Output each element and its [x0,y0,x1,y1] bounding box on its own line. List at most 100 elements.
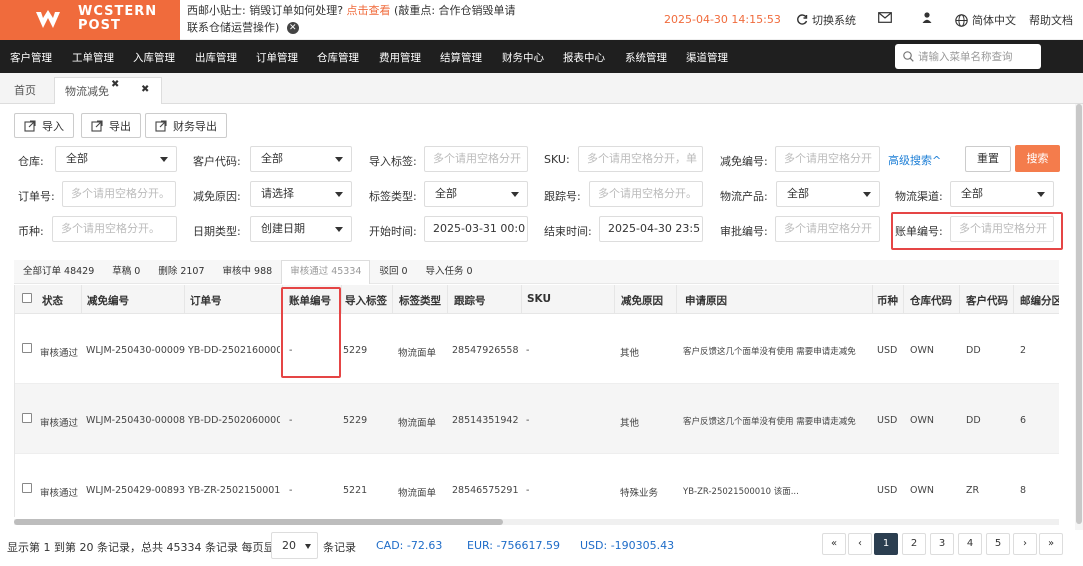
page-first-button[interactable]: « [822,533,846,555]
logo[interactable]: WCSTERN POST [0,0,180,40]
nav-item-system[interactable]: 系统管理 [625,50,667,65]
status-tab-reviewing[interactable]: 审核中 988 [214,260,282,284]
import-button[interactable]: 导入 [14,113,74,138]
col-divider [1013,285,1014,314]
col-tag-type[interactable]: 标签类型 [399,293,441,308]
col-customer-code[interactable]: 客户代码 [966,293,1008,308]
horizontal-scrollbar[interactable] [14,519,1059,525]
cell-reduction-no[interactable]: WLJM-250429-00893 [86,485,185,496]
tab-home[interactable]: 首页 [4,77,46,104]
col-sku[interactable]: SKU [527,293,551,305]
menu-search-input[interactable]: 请输入菜单名称查询 [895,44,1041,69]
nav-item-inbound[interactable]: 入库管理 [133,50,175,65]
row-checkbox[interactable] [22,343,32,353]
status-tab-approved[interactable]: 审核通过 45334 [281,260,371,284]
table-row[interactable]: 审核通过 WLJM-250430-00009 YB-DD-25021600001… [15,314,1059,384]
vertical-scrollbar[interactable] [1075,104,1083,530]
tracking-no-label: 跟踪号: [544,190,581,203]
search-button[interactable]: 搜索 [1015,145,1060,172]
sku-label: SKU: [544,153,570,166]
approval-no-input[interactable]: 多个请用空格分开 [775,216,880,242]
table-row[interactable]: 审核通过 WLJM-250430-00008 YB-DD-25020600001… [15,384,1059,454]
col-apply-reason[interactable]: 申请原因 [685,293,727,308]
close-all-tabs-icon[interactable]: ✖ [141,84,149,95]
page-size-select[interactable]: 20 [271,532,318,559]
language-button[interactable]: 简体中文 [955,12,1016,28]
col-status[interactable]: 状态 [42,293,63,308]
nav-item-order[interactable]: 订单管理 [256,50,298,65]
cell-order-no: YB-ZR-25021500010 [188,485,280,496]
status-tab-deleted[interactable]: 删除 2107 [149,260,213,284]
warehouse-select[interactable]: 全部 [55,146,177,172]
nav-item-fee[interactable]: 费用管理 [379,50,421,65]
reduction-reason-select[interactable]: 请选择 [250,181,352,207]
reset-button[interactable]: 重置 [965,146,1011,172]
col-postcode-zone[interactable]: 邮编分区 [1020,293,1059,308]
col-import-tag[interactable]: 导入标签 [345,293,387,308]
tip-link[interactable]: 点击查看 [347,4,391,17]
tracking-no-input[interactable]: 多个请用空格分开。 [589,181,703,207]
end-time-input[interactable]: 2025-04-30 23:5 [599,216,703,242]
row-checkbox[interactable] [22,483,32,493]
start-time-input[interactable]: 2025-03-31 00:0 [424,216,528,242]
vertical-scrollbar-thumb[interactable] [1076,104,1082,524]
logistics-product-label: 物流产品: [720,190,768,203]
sku-input[interactable]: 多个请用空格分开，单 [578,146,703,172]
page-last-button[interactable]: » [1039,533,1063,555]
customer-code-select[interactable]: 全部 [250,146,352,172]
logistics-channel-label: 物流渠道: [895,190,943,203]
nav-item-outbound[interactable]: 出库管理 [195,50,237,65]
horizontal-scrollbar-thumb[interactable] [14,519,503,525]
logistics-channel-select[interactable]: 全部 [950,181,1054,207]
nav-item-customer[interactable]: 客户管理 [10,50,52,65]
currency-input[interactable]: 多个请用空格分开。 [52,216,177,242]
reduction-no-input[interactable]: 多个请用空格分开 [775,146,880,172]
status-tab-rejected[interactable]: 驳回 0 [370,260,416,284]
status-tab-all[interactable]: 全部订单 48429 [14,260,103,284]
status-tab-draft[interactable]: 草稿 0 [103,260,149,284]
table-row[interactable]: 审核通过 WLJM-250429-00893 YB-ZR-25021500010… [15,454,1059,517]
page-4-button[interactable]: 4 [958,533,982,555]
nav-item-workorder[interactable]: 工单管理 [72,50,114,65]
col-order-no[interactable]: 订单号 [190,293,222,308]
mail-button[interactable] [878,12,892,23]
export-button[interactable]: 导出 [81,113,141,138]
col-reduction-no[interactable]: 减免编号 [87,293,129,308]
close-icon[interactable]: ✕ [286,22,299,34]
date-type-select[interactable]: 创建日期 [250,216,352,242]
status-tab-import-tasks[interactable]: 导入任务 0 [417,260,482,284]
page-next-button[interactable]: › [1013,533,1037,555]
col-reduction-reason[interactable]: 减免原因 [621,293,663,308]
page-1-button[interactable]: 1 [874,533,898,555]
col-warehouse-code[interactable]: 仓库代码 [910,293,952,308]
mail-icon [878,12,892,23]
row-checkbox[interactable] [22,413,32,423]
tag-type-select[interactable]: 全部 [424,181,528,207]
col-tracking-no[interactable]: 跟踪号 [454,293,486,308]
order-no-input[interactable]: 多个请用空格分开。 [62,181,176,207]
page-5-button[interactable]: 5 [986,533,1010,555]
nav-item-finance[interactable]: 财务中心 [502,50,544,65]
nav-item-settlement[interactable]: 结算管理 [440,50,482,65]
import-tag-input[interactable]: 多个请用空格分开 [424,146,528,172]
col-currency[interactable]: 币种 [877,293,898,308]
page-prev-button[interactable]: ‹ [848,533,872,555]
finance-export-button[interactable]: 财务导出 [145,113,227,138]
nav-item-report[interactable]: 报表中心 [563,50,605,65]
cell-reduction-no[interactable]: WLJM-250430-00009 [86,345,185,356]
page-2-button[interactable]: 2 [902,533,926,555]
cell-reduction-no[interactable]: WLJM-250430-00008 [86,415,185,426]
user-button[interactable] [922,12,932,23]
bill-no-input[interactable]: 多个请用空格分开 [950,216,1054,242]
col-divider [447,285,448,314]
cell-postcode-zone: 8 [1020,485,1027,496]
logistics-product-select[interactable]: 全部 [776,181,880,207]
page-3-button[interactable]: 3 [930,533,954,555]
nav-item-warehouse[interactable]: 仓库管理 [317,50,359,65]
help-link[interactable]: 帮助文档 [1029,12,1073,28]
advanced-search-link[interactable]: 高级搜索^ [888,152,941,168]
tab-close-icon[interactable]: ✖ [111,79,119,90]
select-all-checkbox[interactable] [22,293,32,303]
switch-system-button[interactable]: 切换系统 [796,12,856,28]
nav-item-channel[interactable]: 渠道管理 [686,50,728,65]
